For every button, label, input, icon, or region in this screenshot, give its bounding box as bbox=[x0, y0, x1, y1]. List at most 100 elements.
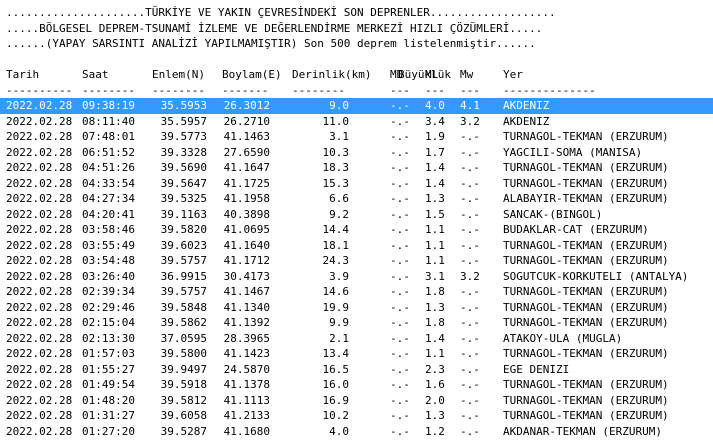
table-row[interactable]: 2022.02.28 06:51:52 39.3328 27.6590 10.3 -.- 1… bbox=[0, 145, 713, 161]
table-row[interactable]: 2022.02.28 04:33:54 39.5647 41.1725 15.3 -.- 1… bbox=[0, 176, 713, 192]
table-row[interactable]: 2022.02.28 01:57:03 39.5800 41.1423 13.4 -.- 1… bbox=[0, 346, 713, 362]
cell-time: 03:55:49 bbox=[82, 238, 135, 252]
cell-time: 01:55:27 bbox=[82, 362, 135, 376]
table-row[interactable]: 2022.02.28 07:48:01 39.5773 41.1463 3.1 -.- 1.… bbox=[0, 129, 713, 145]
cell-place: YAGCILI-SOMA (MANISA) bbox=[503, 145, 643, 159]
cell-depth: 16.5 bbox=[322, 362, 350, 376]
cell-ml: 2.3 bbox=[425, 362, 445, 376]
table-row[interactable]: 2022.02.28 01:55:27 39.9497 24.5870 16.5 -.- 2… bbox=[0, 362, 713, 378]
cell-time: 04:51:26 bbox=[82, 161, 135, 174]
magnitude-group-row: Büyüklük bbox=[0, 52, 713, 81]
cell-time: 03:26:40 bbox=[82, 269, 135, 283]
cell-lon: 41.2133 bbox=[223, 409, 270, 422]
cell-time: 07:48:01 bbox=[82, 130, 135, 143]
table-row[interactable]: 2022.02.28 01:27:20 39.5287 41.1680 4.0 -.- 1.… bbox=[0, 424, 713, 440]
cell-place: ALABAYIR-TEKMAN (ERZURUM) bbox=[503, 192, 669, 205]
cell-md: -.- bbox=[390, 207, 410, 221]
cell-place: TURNAGOL-TEKMAN (ERZURUM) bbox=[503, 176, 669, 190]
cell-mw: -.- bbox=[460, 393, 480, 407]
cell-date: 2022.02.28 bbox=[6, 347, 73, 360]
column-header-lat: Enlem(N) bbox=[152, 68, 205, 81]
cell-depth: 19.9 bbox=[322, 300, 350, 314]
cell-date: 2022.02.28 bbox=[6, 161, 73, 174]
cell-lat: 35.5953 bbox=[160, 99, 207, 112]
cell-lat: 39.5690 bbox=[160, 161, 207, 174]
table-row[interactable]: 2022.02.28 01:31:27 39.6058 41.2133 10.2 -.- 1… bbox=[0, 408, 713, 424]
table-row[interactable]: 2022.02.28 08:11:40 35.5957 26.2710 11.0 -.- 3… bbox=[0, 114, 713, 130]
cell-lon: 41.1340 bbox=[223, 300, 270, 314]
cell-depth: 9.0 bbox=[329, 99, 349, 112]
cell-md: -.- bbox=[390, 300, 410, 314]
cell-depth: 9.9 bbox=[329, 316, 349, 329]
table-row[interactable]: 2022.02.28 03:55:49 39.6023 41.1640 18.1 -.- 1… bbox=[0, 238, 713, 254]
cell-place: BUDAKLAR-CAT (ERZURUM) bbox=[503, 223, 649, 236]
cell-md: -.- bbox=[390, 161, 410, 174]
table-row[interactable]: 2022.02.28 02:15:04 39.5862 41.1392 9.9 -.- 1.… bbox=[0, 315, 713, 331]
header-note: ......(YAPAY SARSINTI ANALİZİ YAPILMAMIŞ… bbox=[6, 37, 536, 50]
cell-ml: 1.9 bbox=[425, 130, 445, 143]
cell-place: AKDENIZ bbox=[503, 114, 550, 128]
cell-lon: 27.6590 bbox=[223, 145, 270, 159]
column-header-place: Yer bbox=[503, 68, 523, 81]
cell-lat: 39.5773 bbox=[160, 130, 207, 143]
table-row[interactable]: 2022.02.28 02:13:30 37.0595 28.3965 2.1 -.- 1.… bbox=[0, 331, 713, 347]
cell-depth: 16.9 bbox=[322, 393, 350, 407]
cell-depth: 15.3 bbox=[322, 176, 350, 190]
table-row[interactable]: 2022.02.28 03:26:40 36.9915 30.4173 3.9 -.- 3.… bbox=[0, 269, 713, 285]
cell-ml: 1.1 bbox=[425, 238, 445, 252]
cell-lat: 37.0595 bbox=[160, 331, 207, 345]
earthquake-list-screen: .....................TÜRKİYE VE YAKIN ÇE… bbox=[0, 0, 713, 442]
cell-ml: 1.1 bbox=[425, 223, 445, 236]
table-row[interactable]: 2022.02.28 04:20:41 39.1163 40.3898 9.2 -.- 1.… bbox=[0, 207, 713, 223]
cell-md: -.- bbox=[390, 114, 410, 128]
table-row-selected[interactable]: 2022.02.28 09:38:19 35.5953 26.3012 9.0 -.- 4.… bbox=[0, 98, 713, 114]
cell-time: 08:11:40 bbox=[82, 114, 135, 128]
cell-lon: 30.4173 bbox=[223, 269, 270, 283]
table-row[interactable]: 2022.02.28 03:58:46 39.5820 41.0695 14.4 -.- 1… bbox=[0, 222, 713, 238]
cell-depth: 10.2 bbox=[322, 409, 350, 422]
cell-mw: 3.2 bbox=[460, 269, 480, 283]
column-separator: ------- bbox=[222, 83, 269, 97]
cell-time: 09:38:19 bbox=[82, 99, 135, 112]
cell-lat: 39.5647 bbox=[160, 176, 207, 190]
cell-date: 2022.02.28 bbox=[6, 207, 73, 221]
cell-mw: -.- bbox=[460, 300, 480, 314]
table-row[interactable]: 2022.02.28 04:51:26 39.5690 41.1647 18.3 -.- 1… bbox=[0, 160, 713, 176]
column-separator: -------- bbox=[292, 83, 345, 97]
cell-ml: 1.3 bbox=[425, 192, 445, 205]
cell-ml: 3.1 bbox=[425, 269, 445, 283]
cell-depth: 4.0 bbox=[329, 424, 349, 438]
table-row[interactable]: 2022.02.28 03:54:48 39.5757 41.1712 24.3 -.- 1… bbox=[0, 253, 713, 269]
cell-ml: 1.1 bbox=[425, 347, 445, 360]
cell-time: 01:49:54 bbox=[82, 378, 135, 391]
table-row[interactable]: 2022.02.28 01:49:54 39.5918 41.1378 16.0 -.- 1… bbox=[0, 377, 713, 393]
cell-time: 03:54:48 bbox=[82, 254, 135, 267]
cell-ml: 1.3 bbox=[425, 409, 445, 422]
table-row[interactable]: 2022.02.28 02:39:34 39.5757 41.1467 14.6 -.- 1… bbox=[0, 284, 713, 300]
cell-time: 01:31:27 bbox=[82, 409, 135, 422]
column-header-lon: Boylam(E) bbox=[222, 68, 282, 81]
cell-lon: 28.3965 bbox=[223, 331, 270, 345]
cell-time: 01:27:20 bbox=[82, 424, 135, 438]
cell-lat: 39.5800 bbox=[160, 347, 207, 360]
table-row[interactable]: 2022.02.28 01:48:20 39.5812 41.1113 16.9 -.- 2… bbox=[0, 393, 713, 409]
column-separator: ---------- bbox=[6, 83, 73, 97]
cell-lon: 41.1378 bbox=[223, 378, 270, 391]
cell-date: 2022.02.28 bbox=[6, 130, 73, 143]
table-row[interactable]: 2022.02.28 04:27:34 39.5325 41.1958 6.6 -.- 1.… bbox=[0, 191, 713, 207]
cell-mw: -.- bbox=[460, 254, 480, 267]
cell-md: -.- bbox=[390, 409, 410, 422]
cell-depth: 2.1 bbox=[329, 331, 349, 345]
cell-mw: 4.1 bbox=[460, 99, 480, 112]
cell-place: EGE DENIZI bbox=[503, 362, 570, 376]
cell-lon: 41.1680 bbox=[223, 424, 270, 438]
table-row[interactable]: 2022.02.28 02:29:46 39.5848 41.1340 19.9 -.- 1… bbox=[0, 300, 713, 316]
cell-lat: 39.5848 bbox=[160, 300, 207, 314]
cell-depth: 14.4 bbox=[322, 223, 350, 236]
cell-depth: 18.1 bbox=[322, 238, 350, 252]
cell-place: SANCAK-(BINGOL) bbox=[503, 207, 603, 221]
cell-mw: -.- bbox=[460, 238, 480, 252]
cell-time: 04:27:34 bbox=[82, 192, 135, 205]
cell-time: 02:13:30 bbox=[82, 331, 135, 345]
cell-lat: 39.5287 bbox=[160, 424, 207, 438]
